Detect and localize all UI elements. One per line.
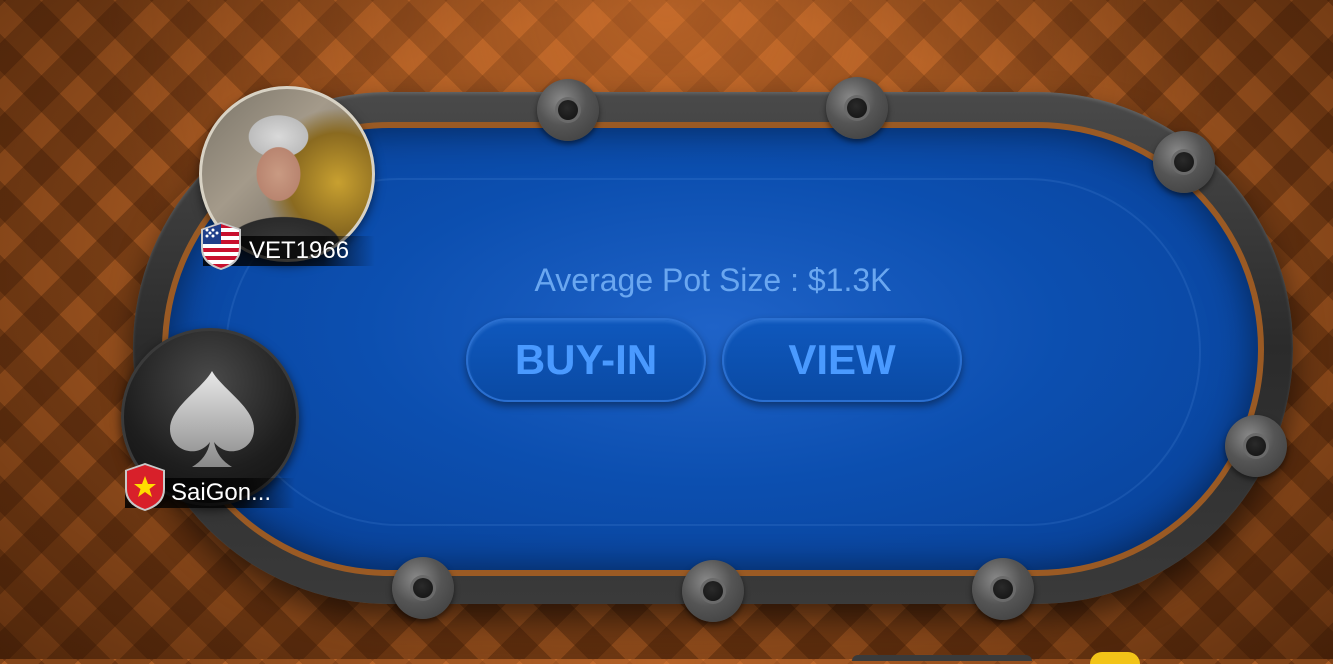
player-name: SaiGon... <box>171 479 272 506</box>
empty-seat-knob[interactable] <box>392 557 454 619</box>
poker-table-inner-line <box>225 178 1201 526</box>
empty-seat-knob[interactable] <box>1225 415 1287 477</box>
us-flag-icon <box>199 222 243 270</box>
bottom-coin-edge <box>1090 652 1140 664</box>
empty-seat-knob[interactable] <box>1153 131 1215 193</box>
empty-seat-knob[interactable] <box>537 79 599 141</box>
player-name: VET1966 <box>249 237 350 264</box>
buy-in-button[interactable]: BUY-IN <box>466 318 706 402</box>
vietnam-flag-icon <box>123 463 167 511</box>
empty-seat-knob[interactable] <box>972 558 1034 620</box>
bottom-panel-edge <box>852 655 1032 661</box>
spade-icon <box>170 371 254 467</box>
empty-seat-knob[interactable] <box>826 77 888 139</box>
view-button[interactable]: VIEW <box>722 318 962 402</box>
empty-seat-knob[interactable] <box>682 560 744 622</box>
